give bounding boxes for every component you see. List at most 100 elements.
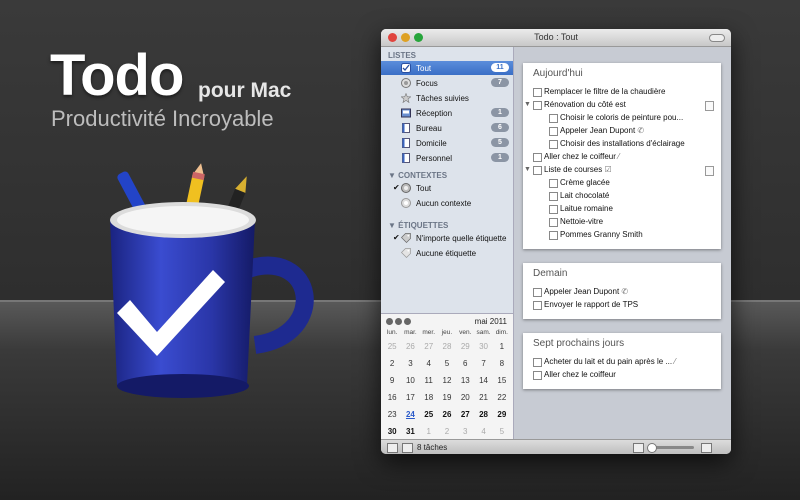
calendar-day[interactable]: 16 (383, 389, 401, 406)
calendar-toggle-button[interactable] (402, 443, 413, 453)
calendar-day[interactable]: 3 (401, 355, 419, 372)
calendar-day[interactable]: 24 (401, 406, 419, 423)
calendar-day[interactable]: 29 (493, 406, 511, 423)
calendar-day[interactable]: 7 (474, 355, 492, 372)
context-item-aucun[interactable]: Aucun contexte (381, 196, 513, 210)
calendar-day[interactable]: 4 (420, 355, 438, 372)
calendar-day[interactable]: 13 (456, 372, 474, 389)
note-icon[interactable] (705, 166, 714, 176)
calendar-next-button[interactable] (404, 318, 411, 325)
tag-item-none[interactable]: Aucune étiquette (381, 246, 513, 260)
calendar-day[interactable]: 21 (474, 389, 492, 406)
calendar-day[interactable]: 25 (383, 338, 401, 355)
tag-item-any[interactable]: ✔ N'importe quelle étiquette (381, 231, 513, 245)
calendar-day[interactable]: 18 (420, 389, 438, 406)
calendar-prev-button[interactable] (386, 318, 393, 325)
task-label: Aller chez le coiffeur ⁄ (544, 152, 619, 161)
calendar-day[interactable]: 28 (474, 406, 492, 423)
task-label: Envoyer le rapport de TPS (544, 300, 638, 309)
sidebar-item-label: Focus (416, 79, 438, 88)
task-checkbox[interactable] (549, 114, 558, 123)
calendar-day[interactable]: 14 (474, 372, 492, 389)
sidebar-item-bureau[interactable]: Bureau 6 (381, 121, 513, 135)
calendar-day[interactable]: 26 (401, 338, 419, 355)
task-checkbox[interactable] (533, 371, 542, 380)
calendar-day[interactable]: 20 (456, 389, 474, 406)
calendar-weekday: mer. (422, 329, 436, 336)
sidebar-item-reception[interactable]: Réception 1 (381, 106, 513, 120)
calendar-month: mai 2011 (474, 317, 507, 326)
calendar-week-row: 23 24 25 26 27 28 29 (383, 406, 511, 423)
count-badge: 7 (491, 78, 509, 87)
calendar-day[interactable]: 2 (383, 355, 401, 372)
calendar-day[interactable]: 11 (420, 372, 438, 389)
task-checkbox[interactable] (533, 301, 542, 310)
calendar-day[interactable]: 25 (420, 406, 438, 423)
calendar-today-button[interactable] (395, 318, 402, 325)
list-view-button[interactable] (633, 443, 644, 453)
task-text: Remplacer le filtre de la chaudière (544, 87, 666, 96)
task-checkbox[interactable] (549, 218, 558, 227)
task-checkbox[interactable] (549, 140, 558, 149)
sidebar-item-tout[interactable]: Tout 11 (381, 61, 513, 75)
task-checkbox[interactable] (549, 179, 558, 188)
calendar-day[interactable]: 15 (493, 372, 511, 389)
disclosure-triangle-icon[interactable]: ▼ (388, 221, 398, 230)
sidebar-item-label: Tâches suivies (416, 94, 469, 103)
task-section-card: Aujourd'hui Remplacer le filtre de la cha… (523, 63, 721, 249)
calendar-day[interactable]: 19 (438, 389, 456, 406)
context-item-tout[interactable]: ✔ Tout (381, 181, 513, 195)
calendar-day[interactable]: 2 (438, 423, 456, 440)
tag-item-label: Aucune étiquette (416, 249, 477, 258)
sidebar-item-focus[interactable]: Focus 7 (381, 76, 513, 90)
calendar-week-row: 9 10 11 12 13 14 15 (383, 372, 511, 389)
disclosure-triangle-icon[interactable]: ▼ (524, 166, 531, 173)
task-checkbox[interactable] (549, 127, 558, 136)
task-checkbox[interactable] (549, 192, 558, 201)
task-checkbox[interactable] (549, 205, 558, 214)
calendar-day[interactable]: 17 (401, 389, 419, 406)
calendar-day[interactable]: 5 (493, 423, 511, 440)
calendar-day[interactable]: 28 (438, 338, 456, 355)
calendar-day[interactable]: 30 (474, 338, 492, 355)
add-task-button[interactable] (387, 443, 398, 453)
calendar-day[interactable]: 29 (456, 338, 474, 355)
calendar-day[interactable]: 5 (438, 355, 456, 372)
calendar-day[interactable]: 12 (438, 372, 456, 389)
task-checkbox[interactable] (533, 288, 542, 297)
sidebar-item-domicile[interactable]: Domicile 5 (381, 136, 513, 150)
calendar-day[interactable]: 10 (401, 372, 419, 389)
calendar-day[interactable]: 27 (420, 338, 438, 355)
toolbar-toggle-button[interactable] (709, 34, 725, 42)
count-badge: 5 (491, 138, 509, 147)
calendar-day[interactable]: 3 (456, 423, 474, 440)
calendar-day[interactable]: 9 (383, 372, 401, 389)
task-checkbox[interactable] (533, 101, 542, 110)
calendar-day[interactable]: 23 (383, 406, 401, 423)
task-checkbox[interactable] (533, 153, 542, 162)
calendar-day[interactable]: 4 (474, 423, 492, 440)
detail-view-button[interactable] (701, 443, 712, 453)
task-checkbox[interactable] (533, 166, 542, 175)
calendar-day[interactable]: 31 (401, 423, 419, 440)
sidebar-item-taches-suivies[interactable]: Tâches suivies (381, 91, 513, 105)
task-text: Envoyer le rapport de TPS (544, 300, 639, 309)
calendar-day[interactable]: 1 (493, 338, 511, 355)
window-title: Todo : Tout (534, 32, 578, 42)
calendar-day[interactable]: 22 (493, 389, 511, 406)
calendar-day[interactable]: 30 (383, 423, 401, 440)
calendar-day[interactable]: 8 (493, 355, 511, 372)
zoom-slider-knob[interactable] (647, 443, 657, 453)
calendar-day[interactable]: 26 (438, 406, 456, 423)
calendar-day[interactable]: 27 (456, 406, 474, 423)
task-label: Laitue romaine (560, 204, 613, 213)
task-checkbox[interactable] (533, 88, 542, 97)
disclosure-triangle-icon[interactable]: ▼ (388, 171, 398, 180)
disclosure-triangle-icon[interactable]: ▼ (524, 101, 531, 108)
task-checkbox[interactable] (549, 231, 558, 240)
calendar-day[interactable]: 1 (420, 423, 438, 440)
task-checkbox[interactable] (533, 358, 542, 367)
note-icon[interactable] (705, 101, 714, 111)
calendar-day[interactable]: 6 (456, 355, 474, 372)
sidebar-item-personnel[interactable]: Personnel 1 (381, 151, 513, 165)
